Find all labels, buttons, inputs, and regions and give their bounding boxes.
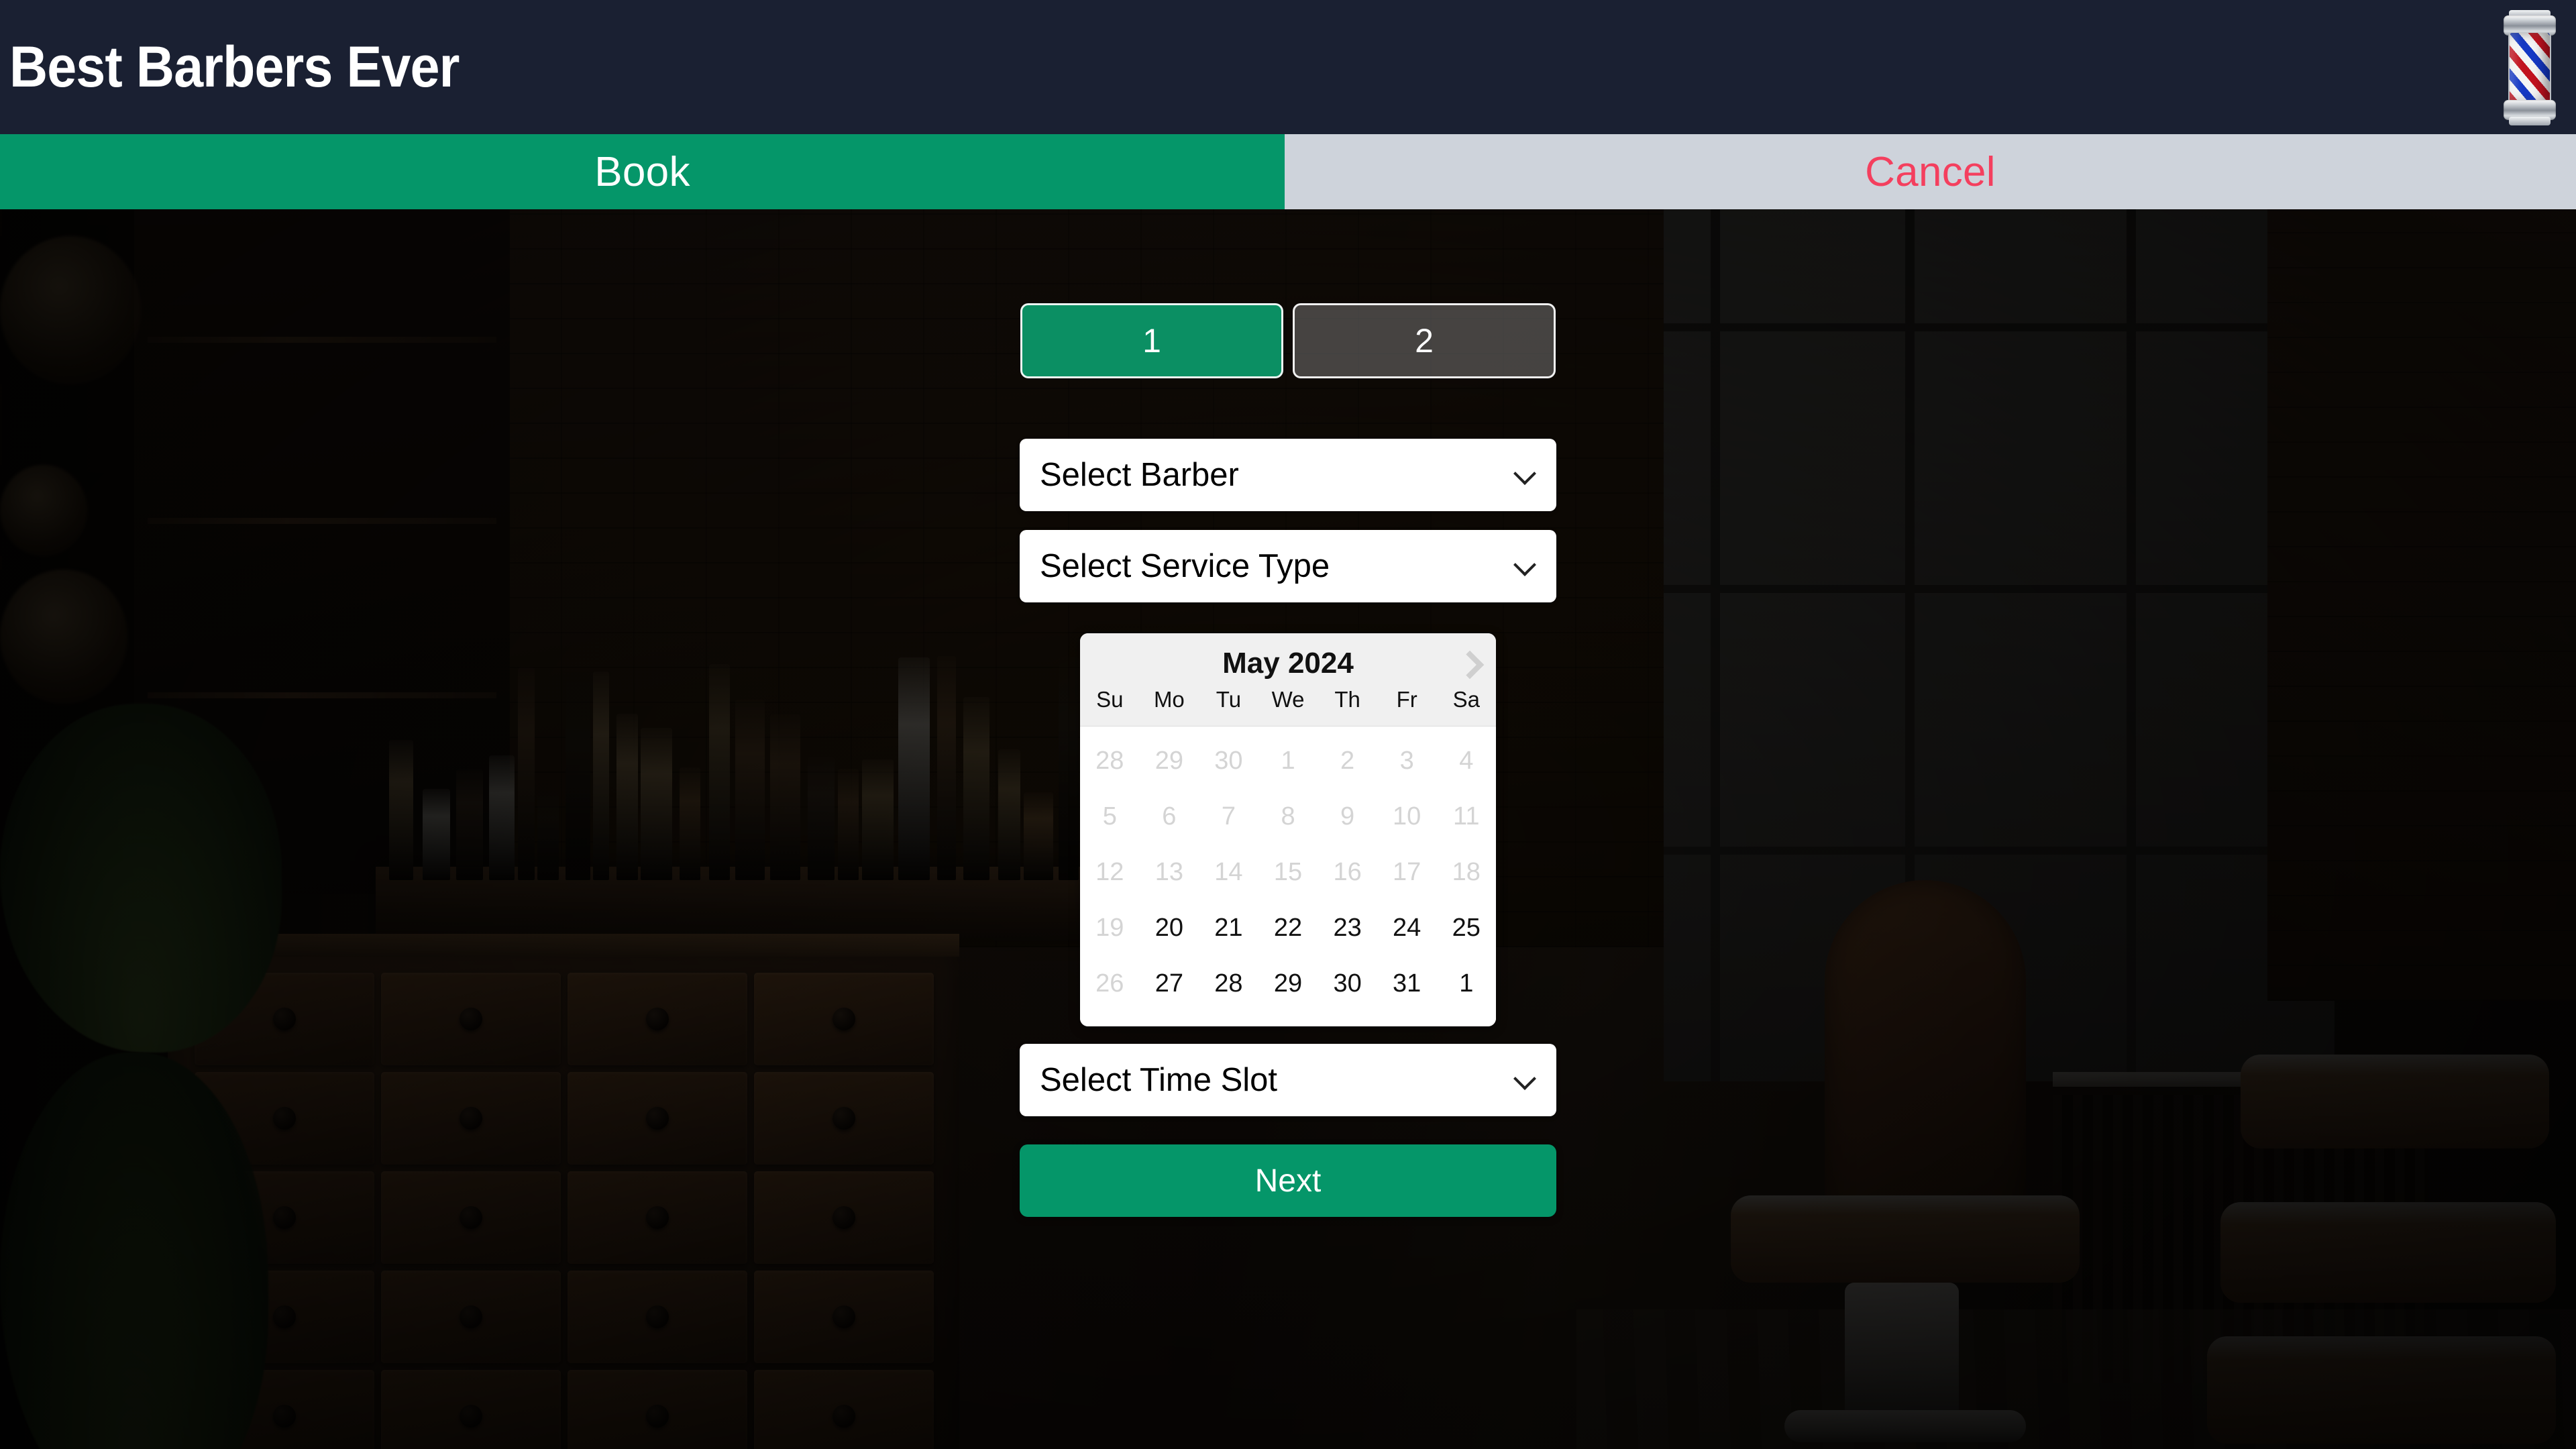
tab-cancel[interactable]: Cancel [1285, 134, 2576, 209]
calendar-day-disabled: 8 [1258, 792, 1318, 842]
step-button-2[interactable]: 2 [1293, 303, 1556, 378]
next-button[interactable]: Next [1020, 1144, 1556, 1217]
chevron-down-icon [1515, 465, 1535, 485]
chevron-right-icon[interactable] [1457, 652, 1480, 675]
calendar-day[interactable]: 20 [1140, 903, 1199, 953]
calendar-month-label: May 2024 [1222, 647, 1354, 680]
calendar-date-grid: 28 29 30 1 2 3 4 5 6 7 8 9 10 11 12 13 14 15 16 17 18 19 20 21 2… [1080, 727, 1496, 1026]
calendar-day-disabled: 17 [1377, 847, 1437, 898]
calendar-week-row: 19 20 21 22 23 24 25 [1080, 903, 1496, 953]
calendar-day-disabled: 1 [1258, 736, 1318, 786]
calendar-day[interactable]: 24 [1377, 903, 1437, 953]
calendar-weekday-th: Th [1318, 684, 1377, 719]
page-title: Best Barbers Ever [9, 38, 459, 96]
select-service-type-dropdown[interactable]: Select Service Type [1020, 530, 1556, 602]
calendar-weekday-row: Su Mo Tu We Th Fr Sa [1080, 684, 1496, 719]
calendar-day[interactable]: 22 [1258, 903, 1318, 953]
select-time-slot-label: Select Time Slot [1040, 1061, 1277, 1099]
date-picker-calendar: May 2024 Su Mo Tu We Th Fr Sa 28 29 30 1 2 3 4 5 6 7 8 9 1… [1080, 633, 1496, 1026]
calendar-weekday-tu: Tu [1199, 684, 1258, 719]
calendar-day-disabled: 26 [1080, 959, 1140, 1009]
calendar-day[interactable]: 28 [1199, 959, 1258, 1009]
calendar-weekday-sa: Sa [1436, 684, 1496, 719]
calendar-day-disabled: 11 [1436, 792, 1496, 842]
calendar-day-disabled: 3 [1377, 736, 1437, 786]
calendar-day[interactable]: 23 [1318, 903, 1377, 953]
calendar-day-disabled: 28 [1080, 736, 1140, 786]
calendar-day[interactable]: 29 [1258, 959, 1318, 1009]
calendar-day[interactable]: 21 [1199, 903, 1258, 953]
calendar-day-disabled: 19 [1080, 903, 1140, 953]
step-indicator: 1 2 [1020, 303, 1556, 378]
calendar-day[interactable]: 31 [1377, 959, 1437, 1009]
calendar-day-disabled: 18 [1436, 847, 1496, 898]
calendar-week-row: 26 27 28 29 30 31 1 [1080, 959, 1496, 1009]
calendar-week-row: 5 6 7 8 9 10 11 [1080, 792, 1496, 842]
calendar-day-disabled: 13 [1140, 847, 1199, 898]
main-tab-bar: Book Cancel [0, 134, 2576, 209]
calendar-day-disabled: 16 [1318, 847, 1377, 898]
calendar-day[interactable]: 27 [1140, 959, 1199, 1009]
app-header: Best Barbers Ever [0, 0, 2576, 134]
calendar-day-disabled: 29 [1140, 736, 1199, 786]
calendar-day[interactable]: 30 [1318, 959, 1377, 1009]
calendar-day-disabled: 10 [1377, 792, 1437, 842]
calendar-day-disabled: 15 [1258, 847, 1318, 898]
calendar-day-disabled: 14 [1199, 847, 1258, 898]
tab-book[interactable]: Book [0, 134, 1285, 209]
select-service-type-label: Select Service Type [1040, 547, 1330, 585]
calendar-weekday-su: Su [1080, 684, 1140, 719]
calendar-day-disabled: 5 [1080, 792, 1140, 842]
calendar-header: May 2024 Su Mo Tu We Th Fr Sa [1080, 633, 1496, 727]
calendar-week-row: 12 13 14 15 16 17 18 [1080, 847, 1496, 898]
calendar-day-disabled: 6 [1140, 792, 1199, 842]
chevron-down-icon [1515, 556, 1535, 576]
calendar-day[interactable]: 25 [1436, 903, 1496, 953]
calendar-day-disabled: 4 [1436, 736, 1496, 786]
select-barber-dropdown[interactable]: Select Barber [1020, 439, 1556, 511]
calendar-day-disabled: 12 [1080, 847, 1140, 898]
select-barber-label: Select Barber [1040, 456, 1239, 494]
calendar-day-disabled: 7 [1199, 792, 1258, 842]
calendar-weekday-mo: Mo [1140, 684, 1199, 719]
calendar-week-row: 28 29 30 1 2 3 4 [1080, 736, 1496, 786]
calendar-day-disabled: 30 [1199, 736, 1258, 786]
barber-pole-icon [2501, 6, 2559, 128]
calendar-weekday-fr: Fr [1377, 684, 1437, 719]
calendar-day[interactable]: 1 [1436, 959, 1496, 1009]
booking-form: 1 2 Select Barber Select Service Type Ma… [0, 209, 2576, 1449]
calendar-weekday-we: We [1258, 684, 1318, 719]
chevron-down-icon [1515, 1070, 1535, 1090]
calendar-day-disabled: 9 [1318, 792, 1377, 842]
select-time-slot-dropdown[interactable]: Select Time Slot [1020, 1044, 1556, 1116]
calendar-day-disabled: 2 [1318, 736, 1377, 786]
step-button-1[interactable]: 1 [1020, 303, 1283, 378]
